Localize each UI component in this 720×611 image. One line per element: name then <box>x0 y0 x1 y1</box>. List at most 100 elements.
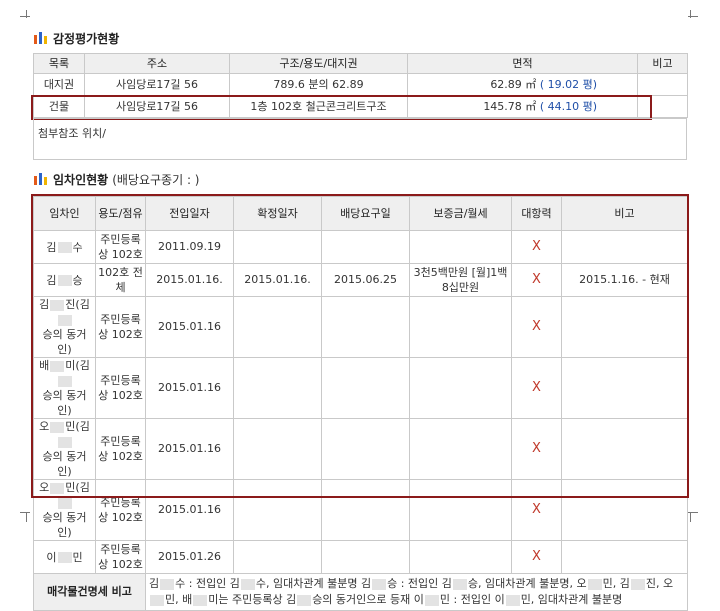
item-cell: 건물 <box>33 95 85 118</box>
header-cell: 대항력 <box>511 196 562 231</box>
note-cell <box>561 230 688 264</box>
usage-cell: 102호 전체 <box>95 263 146 297</box>
red-x-icon: X <box>532 319 541 334</box>
deposit-cell <box>409 296 512 358</box>
header-cell: 비고 <box>637 53 688 74</box>
header-cell: 주소 <box>84 53 230 74</box>
move-in-date-cell: 2015.01.16 <box>145 357 234 419</box>
section-logo-icon <box>34 32 47 44</box>
tenant-name-cell: 김수 <box>33 230 96 264</box>
move-in-date-cell: 2015.01.26 <box>145 540 234 574</box>
crop-mark <box>688 16 698 17</box>
opposing-power-cell: X <box>511 263 562 297</box>
crop-mark <box>26 512 27 522</box>
red-x-icon: X <box>532 380 541 395</box>
dividend-date-cell <box>321 357 410 419</box>
deposit-cell: 3천5백만원 [월]1백8십만원 <box>409 263 512 297</box>
address-cell: 사임당로17길 56 <box>84 95 230 118</box>
note-cell <box>561 357 688 419</box>
structure-cell: 1층 102호 철근콘크리트구조 <box>229 95 408 118</box>
attachment-note: 첨부참조 위치/ <box>38 127 106 140</box>
usage-cell: 주민등록상 102호 <box>95 418 146 480</box>
opposing-power-cell: X <box>511 230 562 264</box>
red-x-icon: X <box>532 272 541 287</box>
appraisal-table: 목록 주소 구조/용도/대지권 면적 비고 대지권 사임당로17길 56 789… <box>33 53 688 118</box>
header-cell: 면적 <box>407 53 638 74</box>
table-row: 배 미(김 승의 동거인) 주민등록상 102호 2015.01.16 X <box>33 357 688 419</box>
lease-title-text: 임차인현황 <box>53 172 109 187</box>
crop-mark <box>690 512 691 522</box>
tenant-name-cell: 배 미(김 승의 동거인) <box>33 357 96 419</box>
area-cell: 62.89 ㎡ ( 19.02 평) <box>407 73 638 96</box>
tenant-name-cell: 이민 <box>33 540 96 574</box>
dividend-date-cell <box>321 540 410 574</box>
footer-label: 매각물건명세 비고 <box>33 573 146 611</box>
area-pyeong: ( 19.02 평) <box>539 77 597 91</box>
crop-mark <box>20 16 30 17</box>
header-cell: 임차인 <box>33 196 96 231</box>
dividend-date-cell <box>321 418 410 480</box>
table-row: 김 수 주민등록상 102호 2011.09.19 X <box>33 230 688 264</box>
lease-section-title: 임차인현황 (배당요구종기 : ) <box>34 171 199 187</box>
lease-table: 임차인 용도/점유 전입일자 확정일자 배당요구일 보증금/월세 대항력 비고 … <box>33 196 688 611</box>
note-cell <box>561 479 688 541</box>
tenant-name-cell: 오 민(김 승의 동거인) <box>33 418 96 480</box>
dividend-date-cell <box>321 479 410 541</box>
lease-footer-row: 매각물건명세 비고 김수 : 전입인 김 수, 임대차관계 불분명 김승 : 전입… <box>33 573 688 611</box>
tenant-name-cell: 오 민(김 승의 동거인) <box>33 479 96 541</box>
header-cell: 확정일자 <box>233 196 322 231</box>
note-cell <box>561 296 688 358</box>
header-cell: 구조/용도/대지권 <box>229 53 408 74</box>
address-cell: 사임당로17길 56 <box>84 73 230 96</box>
usage-cell: 주민등록상 102호 <box>95 296 146 358</box>
note-cell <box>637 73 688 96</box>
opposing-power-cell: X <box>511 540 562 574</box>
table-row: 김 진(김 승의 동거인) 주민등록상 102호 2015.01.16 X <box>33 296 688 358</box>
confirmed-date-cell <box>233 357 322 419</box>
dividend-date-cell: 2015.06.25 <box>321 263 410 297</box>
usage-cell: 주민등록상 102호 <box>95 479 146 541</box>
table-row: 오 민(김 승의 동거인) 주민등록상 102호 2015.01.16 X <box>33 418 688 480</box>
table-row: 오 민(김 승의 동거인) 주민등록상 102호 2015.01.16 X <box>33 479 688 541</box>
area-value: 145.78 ㎡ <box>483 99 537 113</box>
move-in-date-cell: 2015.01.16 <box>145 296 234 358</box>
note-cell <box>637 95 688 118</box>
opposing-power-cell: X <box>511 479 562 541</box>
area-cell: 145.78 ㎡ ( 44.10 평) <box>407 95 638 118</box>
red-x-icon: X <box>532 549 541 564</box>
note-cell <box>561 418 688 480</box>
deposit-cell <box>409 418 512 480</box>
dividend-date-cell <box>321 296 410 358</box>
area-pyeong: ( 44.10 평) <box>539 99 597 113</box>
crop-mark <box>20 512 30 513</box>
table-row: 건물 사임당로17길 56 1층 102호 철근콘크리트구조 145.78 ㎡ … <box>33 95 688 118</box>
dividend-date-cell <box>321 230 410 264</box>
opposing-power-cell: X <box>511 296 562 358</box>
confirmed-date-cell <box>233 479 322 541</box>
usage-cell: 주민등록상 102호 <box>95 540 146 574</box>
attachment-note-box: 첨부참조 위치/ <box>33 118 687 160</box>
header-cell: 전입일자 <box>145 196 234 231</box>
note-cell: 2015.1.16. - 현재 <box>561 263 688 297</box>
lease-subtitle: (배당요구종기 : ) <box>112 172 200 187</box>
header-cell: 보증금/월세 <box>409 196 512 231</box>
move-in-date-cell: 2015.01.16 <box>145 418 234 480</box>
deposit-cell <box>409 540 512 574</box>
opposing-power-cell: X <box>511 357 562 419</box>
red-x-icon: X <box>532 239 541 254</box>
lease-header-row: 임차인 용도/점유 전입일자 확정일자 배당요구일 보증금/월세 대항력 비고 <box>33 196 688 231</box>
red-x-icon: X <box>532 502 541 517</box>
crop-mark <box>688 512 698 513</box>
opposing-power-cell: X <box>511 418 562 480</box>
deposit-cell <box>409 479 512 541</box>
usage-cell: 주민등록상 102호 <box>95 230 146 264</box>
table-row: 김 승 102호 전체 2015.01.16. 2015.01.16. 2015.06.2… <box>33 263 688 297</box>
header-cell: 용도/점유 <box>95 196 146 231</box>
note-cell <box>561 540 688 574</box>
footer-text: 김수 : 전입인 김 수, 임대차관계 불분명 김승 : 전입인 김 승, 임대차관… <box>145 573 688 611</box>
area-value: 62.89 ㎡ <box>490 77 537 91</box>
move-in-date-cell: 2011.09.19 <box>145 230 234 264</box>
deposit-cell <box>409 230 512 264</box>
confirmed-date-cell: 2015.01.16. <box>233 263 322 297</box>
confirmed-date-cell <box>233 296 322 358</box>
